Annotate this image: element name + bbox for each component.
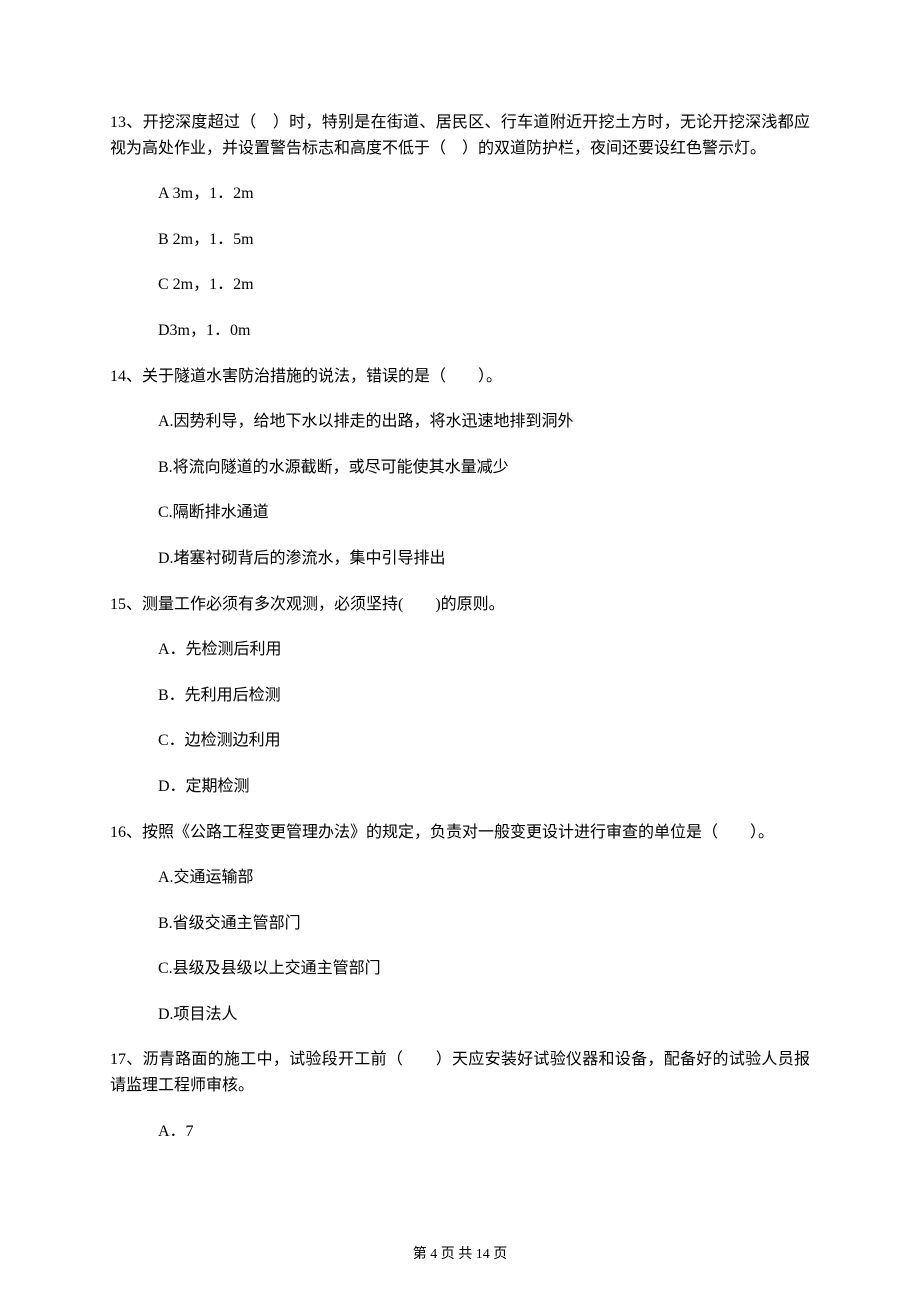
question-option: B 2m，1．5m xyxy=(158,227,810,253)
question-option: B．先利用后检测 xyxy=(158,683,810,709)
question-option: C．边检测边利用 xyxy=(158,728,810,754)
question-option: B.将流向隧道的水源截断，或尽可能使其水量减少 xyxy=(158,455,810,481)
question-option: A.交通运输部 xyxy=(158,865,810,891)
question-stem: 16、按照《公路工程变更管理办法》的规定，负责对一般变更设计进行审查的单位是（ … xyxy=(110,820,810,846)
question-option: A．7 xyxy=(158,1119,810,1145)
question-option: D3m，1．0m xyxy=(158,318,810,344)
question-option: A 3m，1．2m xyxy=(158,181,810,207)
question-option: A．先检测后利用 xyxy=(158,637,810,663)
question-stem: 13、开挖深度超过（ ）时，特别是在街道、居民区、行车道附近开挖土方时，无论开挖… xyxy=(110,110,810,161)
question-stem: 15、测量工作必须有多次观测，必须坚持( )的原则。 xyxy=(110,592,810,618)
question-stem: 14、关于隧道水害防治措施的说法，错误的是（ ）。 xyxy=(110,364,810,390)
question-option: B.省级交通主管部门 xyxy=(158,911,810,937)
page-footer: 第 4 页 共 14 页 xyxy=(0,1244,920,1266)
question-option: C.县级及县级以上交通主管部门 xyxy=(158,956,810,982)
question-option: D.项目法人 xyxy=(158,1002,810,1028)
question-option: C.隔断排水通道 xyxy=(158,500,810,526)
question-stem: 17、沥青路面的施工中，试验段开工前（ ）天应安装好试验仪器和设备，配备好的试验… xyxy=(110,1047,810,1098)
question-option: D.堵塞衬砌背后的渗流水，集中引导排出 xyxy=(158,546,810,572)
question-option: C 2m，1．2m xyxy=(158,272,810,298)
document-page: 13、开挖深度超过（ ）时，特别是在街道、居民区、行车道附近开挖土方时，无论开挖… xyxy=(0,0,920,1302)
question-option: A.因势利导，给地下水以排走的出路，将水迅速地排到洞外 xyxy=(158,409,810,435)
question-option: D．定期检测 xyxy=(158,774,810,800)
